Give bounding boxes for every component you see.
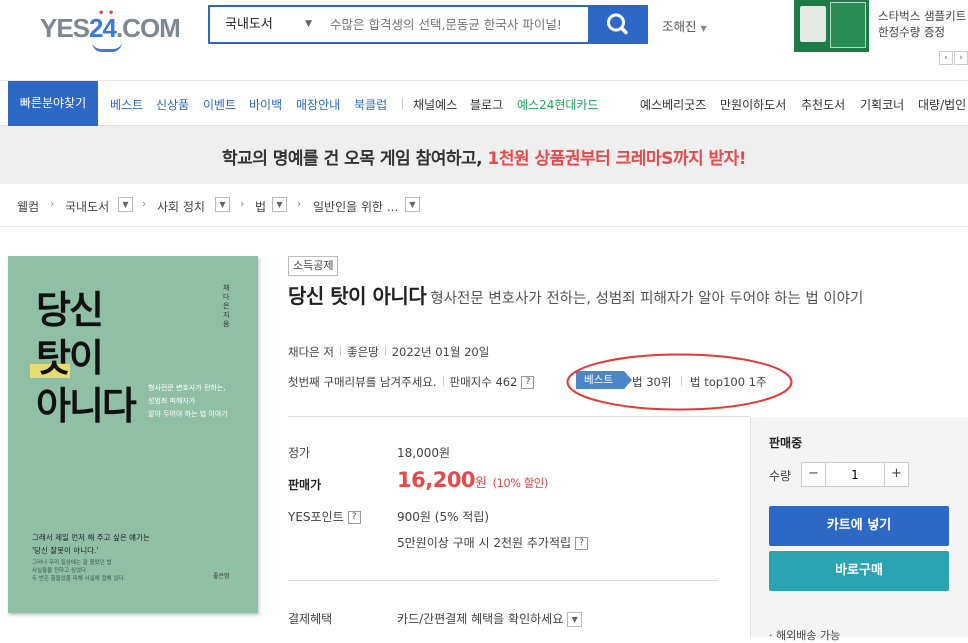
publisher-link[interactable]: 좋은땅	[347, 345, 379, 359]
logo-smile	[92, 42, 122, 52]
sales-index: 판매지수 462	[449, 375, 518, 389]
book-cover[interactable]: 당신 탓이 아니다 채다은지음 형사전문 변호사가 전하는, 성범죄 피해자가 …	[8, 256, 258, 613]
cover-publisher: 좋은땅	[213, 573, 230, 580]
quantity-stepper: − +	[801, 462, 909, 487]
nav-channel[interactable]: 채널예스	[413, 96, 457, 113]
breadcrumb-home[interactable]: 웰컴	[17, 198, 39, 215]
chevron-down-icon[interactable]: ▼	[272, 197, 287, 212]
prev-icon[interactable]: ‹	[939, 51, 953, 65]
divider	[288, 580, 718, 581]
pub-date: 2022년 01월 20일	[391, 345, 490, 359]
next-icon[interactable]: ›	[954, 51, 968, 65]
point-label: YES포인트?	[288, 508, 361, 525]
search-icon	[607, 13, 628, 35]
chevron-right-icon: ›	[240, 197, 245, 210]
main-nav: 빠른분야찾기 베스트 신상품 이벤트 바이백 매장안내 북클럽 채널예스 블로그…	[0, 80, 968, 126]
quantity-label: 수량	[769, 469, 792, 483]
help-icon[interactable]: ?	[575, 537, 589, 550]
book-meta: 채다은 저 좋은땅 2022년 01월 20일	[288, 344, 489, 360]
tax-deduction-badge: 소득공제	[288, 256, 339, 276]
search-box: 국내도서 ▼	[208, 5, 590, 44]
help-icon[interactable]: ?	[521, 376, 535, 389]
promo-text[interactable]: 스타벅스 샘플키트 한정수량 증정	[878, 8, 966, 40]
cover-title: 당신 탓이 아니다	[36, 288, 137, 428]
pay-benefit[interactable]: 카드/간편결제 혜택을 확인하세요 ▼	[397, 610, 583, 627]
nav-event[interactable]: 이벤트	[203, 96, 236, 113]
nav-card[interactable]: 예스24현대카드	[517, 96, 599, 113]
user-menu[interactable]: 조해진 ▼	[662, 16, 707, 35]
chevron-down-icon: ▼	[700, 24, 707, 33]
nav-store[interactable]: 매장안내	[296, 96, 340, 113]
cover-quote: 그래서 제일 먼저 해 주고 싶은 얘기는 '당신 잘못이 아니다.'	[32, 533, 150, 555]
add-to-cart-button[interactable]: 카트에 넣기	[769, 506, 949, 546]
chevron-down-icon[interactable]: ▼	[215, 197, 230, 212]
review-row: 첫번째 구매리뷰를 남겨주세요. 판매지수 462?	[288, 374, 535, 390]
annotation-circle	[566, 353, 793, 411]
point-value: 900원 (5% 적립)	[397, 510, 490, 524]
plus-button[interactable]: +	[884, 463, 908, 486]
purchase-panel: 판매중 수량 − + 카트에 넣기 바로구매 · 해외배송 가능	[750, 417, 968, 642]
chevron-down-icon[interactable]: ▼	[567, 612, 583, 627]
search-input[interactable]	[322, 7, 590, 42]
chevron-right-icon: ›	[142, 197, 147, 210]
nav-goods[interactable]: 예스베리굿즈	[640, 96, 706, 113]
promo-cup	[800, 6, 826, 42]
list-price-label: 정가	[288, 446, 311, 460]
chevron-down-icon[interactable]: ▼	[405, 197, 420, 212]
promo-image[interactable]	[794, 0, 869, 52]
book-subtitle: 형사전문 변호사가 전하는, 성범죄 피해자가 알아 두어야 하는 법 이야기	[430, 291, 864, 307]
sale-price-label: 판매가	[288, 478, 322, 492]
nav-recommend[interactable]: 추천도서	[801, 96, 845, 113]
list-price: 18,000원	[397, 446, 451, 460]
cover-subtitle: 형사전문 변호사가 전하는, 성범죄 피해자가 알아 두어야 하는 법 이야기	[148, 384, 228, 418]
cover-author: 채다은지음	[223, 284, 230, 328]
quantity-input[interactable]	[826, 463, 884, 486]
overseas-shipping: · 해외배송 가능	[769, 629, 841, 642]
breadcrumb: 웰컴 › 국내도서 ▼ › 사회 정치 ▼ › 법 ▼ › 일반인을 위한 ..…	[0, 185, 968, 227]
review-link[interactable]: 첫번째 구매리뷰를 남겨주세요.	[288, 375, 437, 389]
promo-line2: 한정수량 증정	[878, 25, 946, 39]
search-category-select[interactable]: 국내도서 ▼	[210, 7, 322, 42]
breadcrumb-law[interactable]: 법	[255, 198, 266, 215]
cover-blurb: 그러나 우리 일상에는 잘 몰랐던 법 사실들을 전하고 싶었다. 두 번은 힘…	[32, 560, 126, 582]
nav-corporate[interactable]: 대량/법인	[918, 96, 966, 113]
pay-benefit-label: 결제혜택	[288, 612, 333, 626]
nav-special[interactable]: 기획코너	[860, 96, 904, 113]
nav-new[interactable]: 신상품	[156, 96, 189, 113]
promo-kit	[830, 2, 866, 48]
product-title: 당신 탓이 아니다 형사전문 변호사가 전하는, 성범죄 피해자가 알아 두어야…	[288, 283, 958, 313]
nav-bookclub[interactable]: 북클럽	[354, 96, 387, 113]
sale-status: 판매중	[769, 436, 803, 450]
breadcrumb-society[interactable]: 사회 정치	[157, 198, 205, 215]
banner-text: 학교의 명예를 건 오목 게임 참여하고, 1천원 상품권부터 크레마S까지 받…	[221, 149, 747, 169]
breadcrumb-domestic[interactable]: 국내도서	[65, 198, 109, 215]
search-button[interactable]	[588, 5, 648, 44]
chevron-down-icon: ▼	[305, 19, 312, 29]
chevron-right-icon: ›	[50, 197, 55, 210]
chevron-right-icon: ›	[297, 197, 302, 210]
divider	[288, 416, 750, 417]
yes24-logo[interactable]: • • YES24.COM	[40, 8, 181, 54]
help-icon[interactable]: ?	[347, 511, 361, 524]
breadcrumb-general[interactable]: 일반인을 위한 ...	[313, 198, 398, 215]
user-name: 조해진	[662, 19, 697, 34]
promo-pager: ‹ ›	[938, 45, 968, 65]
nav-blog[interactable]: 블로그	[470, 96, 503, 113]
book-title: 당신 탓이 아니다	[288, 284, 427, 308]
buy-now-button[interactable]: 바로구매	[769, 551, 949, 591]
extra-point: 5만원이상 구매 시 2천원 추가적립?	[397, 534, 589, 551]
sale-price: 16,200원 (10% 할인)	[397, 468, 548, 492]
logo-text: YES24.COM	[40, 13, 181, 43]
nav-best[interactable]: 베스트	[110, 96, 143, 113]
nav-cheap[interactable]: 만원이하도서	[720, 96, 786, 113]
promo-line1: 스타벅스 샘플키트	[878, 9, 967, 23]
event-banner[interactable]: 학교의 명예를 건 오목 게임 참여하고, 1천원 상품권부터 크레마S까지 받…	[0, 126, 968, 184]
nav-divider	[402, 98, 403, 109]
nav-buyback[interactable]: 바이백	[249, 96, 282, 113]
quick-category-button[interactable]: 빠른분야찾기	[8, 81, 98, 126]
minus-button[interactable]: −	[802, 463, 826, 486]
chevron-down-icon[interactable]: ▼	[118, 197, 133, 212]
author-link[interactable]: 채다은 저	[288, 345, 334, 359]
